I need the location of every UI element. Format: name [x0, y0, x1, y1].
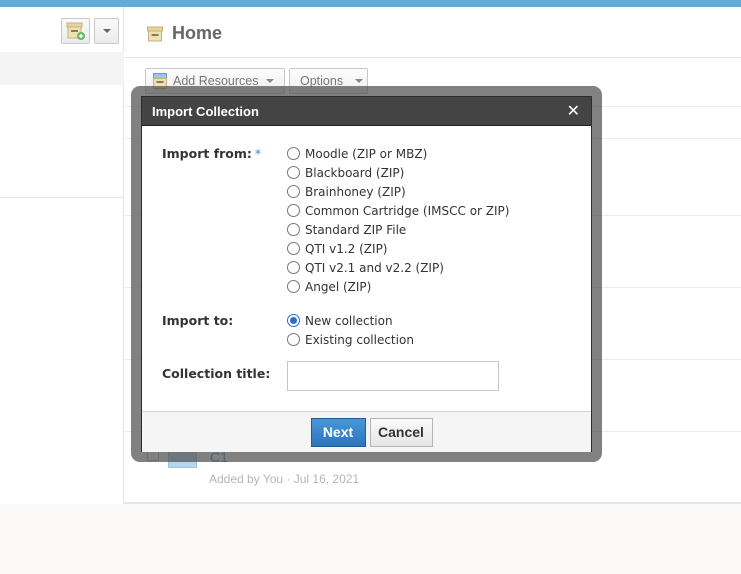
- import-to-option-new[interactable]: New collection: [287, 311, 414, 330]
- import-from-option-moodle[interactable]: Moodle (ZIP or MBZ): [287, 144, 509, 163]
- radio-button[interactable]: [287, 204, 300, 217]
- import-from-option-qti-v12[interactable]: QTI v1.2 (ZIP): [287, 239, 509, 258]
- sidebar: [0, 7, 124, 504]
- radio-button[interactable]: [287, 280, 300, 293]
- option-label: Blackboard (ZIP): [305, 165, 405, 180]
- cancel-button[interactable]: Cancel: [369, 417, 433, 447]
- option-label: Common Cartridge (IMSCC or ZIP): [305, 203, 510, 218]
- sidebar-dropdown-button[interactable]: [94, 18, 119, 44]
- page-header: Home: [125, 7, 741, 58]
- sidebar-selected-item[interactable]: [0, 52, 124, 85]
- radio-button-checked[interactable]: [287, 314, 300, 327]
- import-from-label-text: Import from:: [162, 146, 252, 161]
- next-button[interactable]: Next: [310, 417, 366, 447]
- import-collection-dialog: Import Collection ✕ Import from: * Moodle…: [141, 96, 592, 452]
- box-plus-icon: [66, 22, 85, 40]
- option-label: QTI v2.1 and v2.2 (ZIP): [305, 260, 444, 275]
- dialog-header: Import Collection ✕: [142, 97, 591, 126]
- box-icon: [147, 26, 163, 42]
- radio-button[interactable]: [287, 242, 300, 255]
- collection-title-label: Collection title:: [162, 366, 271, 381]
- collection-title-input[interactable]: [287, 361, 499, 391]
- import-to-label: Import to:: [162, 313, 234, 328]
- import-from-option-angel[interactable]: Angel (ZIP): [287, 277, 509, 296]
- radio-button[interactable]: [287, 333, 300, 346]
- required-mark: *: [254, 146, 262, 161]
- top-accent-bar: [0, 0, 741, 7]
- import-from-option-brainhoney[interactable]: Brainhoney (ZIP): [287, 182, 509, 201]
- add-collection-button[interactable]: [61, 18, 90, 44]
- option-label: Angel (ZIP): [305, 279, 372, 294]
- radio-button[interactable]: [287, 223, 300, 236]
- radio-button[interactable]: [287, 166, 300, 179]
- caret-down-icon: [102, 29, 111, 33]
- dialog-body: Import from: * Moodle (ZIP or MBZ) Blackb…: [142, 126, 591, 411]
- option-label: Standard ZIP File: [305, 222, 407, 237]
- option-label: QTI v1.2 (ZIP): [305, 241, 388, 256]
- item-meta: Added by You · Jul 16, 2021: [209, 472, 360, 486]
- dialog-footer: Next Cancel: [142, 411, 591, 452]
- option-label: New collection: [305, 313, 393, 328]
- radio-button[interactable]: [287, 261, 300, 274]
- import-to-option-existing[interactable]: Existing collection: [287, 330, 414, 349]
- option-label: Moodle (ZIP or MBZ): [305, 146, 428, 161]
- import-from-option-common-cartridge[interactable]: Common Cartridge (IMSCC or ZIP): [287, 201, 509, 220]
- import-from-option-blackboard[interactable]: Blackboard (ZIP): [287, 163, 509, 182]
- radio-button[interactable]: [287, 147, 300, 160]
- import-from-label: Import from: *: [162, 146, 261, 161]
- import-from-option-qti-v21-v22[interactable]: QTI v2.1 and v2.2 (ZIP): [287, 258, 509, 277]
- option-label: Brainhoney (ZIP): [305, 184, 406, 199]
- page-title: Home: [172, 23, 223, 43]
- import-from-option-standard-zip[interactable]: Standard ZIP File: [287, 220, 509, 239]
- dialog-title: Import Collection: [152, 103, 259, 119]
- sidebar-divider: [0, 197, 124, 198]
- caret-down-icon: [266, 79, 275, 83]
- caret-down-icon: [355, 79, 364, 83]
- radio-button[interactable]: [287, 185, 300, 198]
- option-label: Existing collection: [305, 332, 414, 347]
- import-from-options: Moodle (ZIP or MBZ) Blackboard (ZIP) Bra…: [287, 144, 509, 296]
- close-icon[interactable]: ✕: [567, 103, 580, 119]
- import-to-options: New collection Existing collection: [287, 311, 414, 349]
